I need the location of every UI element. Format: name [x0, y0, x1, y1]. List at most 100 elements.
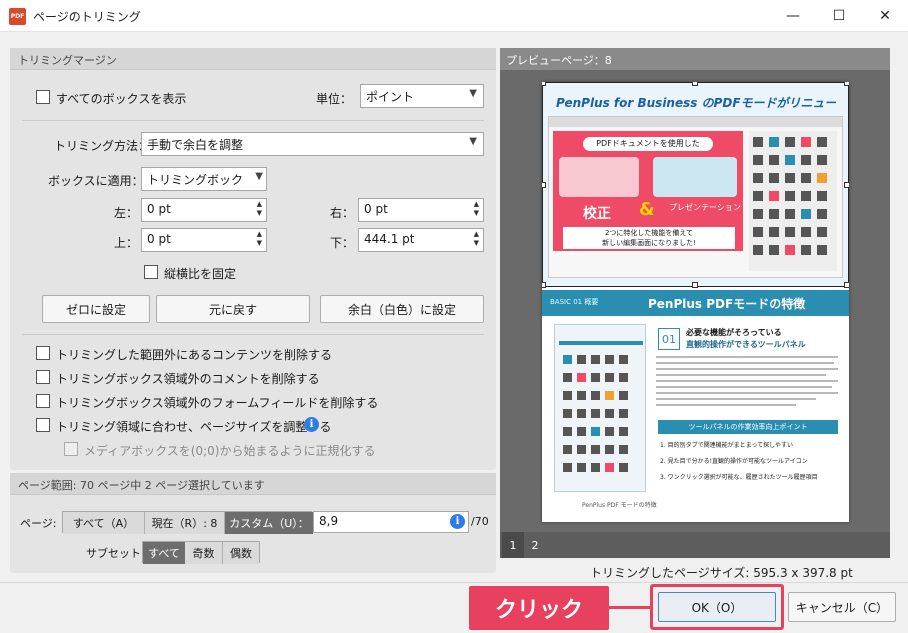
subset-all-option[interactable]: すべて [143, 542, 185, 564]
info-icon[interactable]: i [304, 417, 319, 432]
custom-range-input[interactable]: 8,9 [313, 511, 469, 533]
point-3: 3. ワンクリック選択が可能な、履歴されたツール履歴項目 [660, 474, 818, 481]
page-range-panel: ページ範囲: 70 ページ中 2 ページ選択しています ページ: すべて（A） … [10, 473, 496, 573]
crop-handle-b[interactable] [692, 282, 698, 288]
page-range-header: ページ範囲: 70 ページ中 2 ページ選択しています [10, 473, 496, 495]
top-margin-input[interactable]: 0 pt ▲ ▼ [141, 228, 267, 252]
preview-page: PenPlus for Business のPDFモードがリニューアル! PDF… [542, 82, 849, 522]
range-current-option[interactable]: 現在（R）: 8 [145, 512, 225, 534]
spinner-icon[interactable]: ▲ ▼ [257, 200, 262, 218]
subset-even-option[interactable]: 偶数 [223, 542, 259, 564]
preview-panel: プレビューページ：8 PenPlus for Business のPDFモードが… [500, 48, 890, 558]
page-range-segmented: すべて（A） 現在（R）: 8 カスタム（U）： [62, 511, 313, 534]
divider [22, 120, 484, 121]
delete-outside-content-checkbox[interactable] [36, 346, 50, 360]
preview-header: プレビューページ：8 [500, 48, 890, 70]
close-icon: ✕ [879, 8, 891, 24]
total-pages: /70 [471, 515, 489, 528]
trim-margin-panel: トリミングマージン すべてのボックスを表示 単位： ポイント ▼ トリミング方法：… [10, 48, 496, 470]
fit-page-size-label: トリミング領域に合わせ、ページサイズを調整する [56, 420, 332, 434]
click-annotation-line [609, 606, 653, 609]
title-bar: PDF ページのトリミング — ☐ ✕ [0, 0, 908, 32]
right-margin-value: 0 pt [364, 202, 388, 216]
body-text-lines [656, 356, 838, 406]
delete-outside-comments-label: トリミングボックス領域外のコメントを削除する [56, 372, 320, 386]
normalize-mediabox-label: メディアボックスを(0;0)から始まるように正規化する [84, 444, 376, 458]
right-label: 右： [330, 206, 355, 220]
normalize-mediabox-checkbox[interactable] [64, 442, 78, 456]
crop-handle-l[interactable] [542, 182, 546, 188]
right-margin-input[interactable]: 0 pt ▲ ▼ [358, 198, 484, 222]
point-2: 2. 見た目で分かる!直観的操作が可能なツールアイコン [660, 458, 808, 465]
spinner-icon[interactable]: ▲ ▼ [474, 230, 479, 248]
chevron-down-icon: ▼ [255, 171, 263, 182]
cancel-button[interactable]: キャンセル（C） [788, 592, 896, 622]
white-margin-button[interactable]: 余白（白色）に設定 [320, 295, 484, 323]
range-custom-option[interactable]: カスタム（U）： [225, 512, 313, 534]
show-all-boxes-checkbox[interactable] [36, 90, 50, 104]
crop-handle-bl[interactable] [542, 282, 546, 288]
click-annotation: クリック [469, 586, 609, 630]
delete-outside-fields-checkbox[interactable] [36, 394, 50, 408]
delete-outside-fields-label: トリミングボックス領域外のフォームフィールドを削除する [56, 396, 379, 410]
band-title: PenPlus PDFモードの特徴 [648, 297, 806, 311]
method-value: 手動で余白を調整 [147, 138, 244, 152]
close-button[interactable]: ✕ [862, 0, 908, 32]
crop-handle-tl[interactable] [542, 82, 546, 86]
toolpanel-illustration [554, 324, 646, 492]
top-label: 上： [114, 236, 139, 250]
points-subhead: ツールパネルの作業効率向上ポイント [658, 420, 838, 434]
method-select[interactable]: 手動で余白を調整 ▼ [141, 132, 484, 156]
section-number: 01 [658, 328, 680, 350]
delete-outside-content-label: トリミングした範囲外にあるコンテンツを削除する [56, 348, 333, 362]
unit-select[interactable]: ポイント ▼ [360, 84, 484, 108]
show-all-boxes-label: すべてのボックスを表示 [56, 92, 187, 106]
fit-page-size-checkbox[interactable] [36, 418, 50, 432]
crop-handle-br[interactable] [844, 282, 849, 288]
delete-outside-comments-checkbox[interactable] [36, 370, 50, 384]
subset-label: サブセット: [86, 547, 145, 560]
pdf-app-icon: PDF [9, 8, 26, 25]
window-title: ページのトリミング [33, 10, 141, 24]
unit-label: 単位： [316, 92, 353, 106]
maximize-icon: ☐ [832, 8, 846, 24]
page-footer-text: PenPlus PDF モードの特徴 [582, 502, 657, 509]
minimize-button[interactable]: — [770, 0, 816, 32]
page-tab-1[interactable]: 1 [502, 532, 524, 558]
trim-margin-header: トリミングマージン [10, 48, 496, 70]
point-1: 1. 目的別タブで関連機能がまとまって探しやすい [660, 442, 794, 449]
crop-handle-r[interactable] [844, 182, 849, 188]
spinner-icon[interactable]: ▲ ▼ [474, 200, 479, 218]
crop-handle-tr[interactable] [844, 82, 849, 86]
unit-value: ポイント [366, 90, 415, 104]
section-heading-2: 直観的操作ができるツールパネル [686, 340, 806, 349]
page-label: ページ: [20, 517, 57, 530]
subset-segmented: すべて 奇数 偶数 [142, 541, 260, 564]
apply-select[interactable]: トリミングボック ▼ [141, 167, 267, 191]
chevron-down-icon: ▼ [469, 136, 477, 147]
left-margin-input[interactable]: 0 pt ▲ ▼ [141, 198, 267, 222]
subset-odd-option[interactable]: 奇数 [185, 542, 223, 564]
crop-handle-t[interactable] [692, 82, 698, 86]
revert-button[interactable]: 元に戻す [156, 295, 310, 323]
keep-ratio-label: 縦横比を固定 [164, 267, 237, 281]
preview-area: PenPlus for Business のPDFモードがリニューアル! PDF… [500, 70, 890, 532]
minimize-icon: — [786, 8, 800, 24]
bottom-margin-input[interactable]: 444.1 pt ▲ ▼ [358, 228, 484, 252]
chevron-down-icon: ▼ [469, 88, 477, 99]
range-all-option[interactable]: すべて（A） [63, 512, 145, 534]
keep-ratio-checkbox[interactable] [144, 265, 158, 279]
info-icon[interactable]: i [450, 514, 465, 529]
crop-box[interactable] [542, 82, 849, 287]
page-tab-2[interactable]: 2 [524, 532, 546, 558]
maximize-button[interactable]: ☐ [816, 0, 862, 32]
zero-button[interactable]: ゼロに設定 [42, 295, 150, 323]
divider [22, 334, 484, 335]
custom-range-value: 8,9 [319, 514, 339, 528]
section-heading-1: 必要な機能がそろっている [686, 328, 782, 337]
apply-label: ボックスに適用： [48, 174, 144, 188]
spinner-icon[interactable]: ▲ ▼ [257, 230, 262, 248]
ok-highlight [650, 584, 784, 630]
method-label: トリミング方法： [54, 139, 151, 153]
bottom-margin-value: 444.1 pt [364, 232, 415, 246]
